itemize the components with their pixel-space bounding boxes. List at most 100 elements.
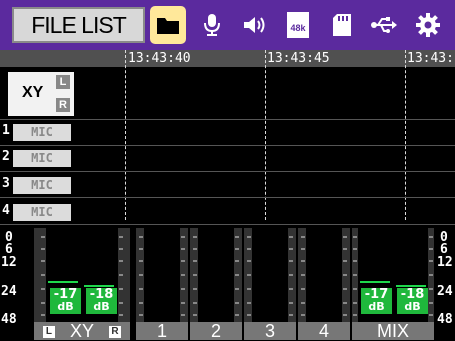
meter-scale: 12 — [1, 255, 17, 270]
meter-tick — [235, 288, 239, 290]
meter-tick — [289, 288, 293, 290]
meter-tick — [119, 248, 123, 250]
level-unit: dB — [93, 300, 110, 313]
meter-tick — [139, 288, 143, 290]
meter-scale: 24 — [1, 284, 17, 299]
meter-tick — [139, 302, 143, 304]
xy-label: XY — [22, 84, 44, 101]
meter-well — [144, 228, 180, 322]
track-header-spacer — [0, 50, 76, 67]
xy-track-label[interactable]: XY L R — [8, 72, 74, 116]
meter-well — [306, 228, 342, 322]
time-gridline — [405, 50, 406, 220]
meter-tick — [429, 248, 433, 250]
xy-channel-label[interactable]: L XY R — [34, 322, 130, 340]
track-divider — [0, 224, 455, 225]
meter-tick — [289, 260, 293, 262]
meter-tick — [343, 260, 347, 262]
meter-tick — [353, 302, 357, 304]
meter-tick — [119, 302, 123, 304]
meter-tick — [41, 274, 45, 276]
meter-well — [252, 228, 288, 322]
meter-tick — [119, 274, 123, 276]
track-divider — [0, 197, 455, 198]
sample-rate-label: 48k — [290, 23, 306, 33]
meter-tick — [289, 302, 293, 304]
level-unit: dB — [368, 300, 385, 313]
meter-tick — [139, 248, 143, 250]
meter-tick — [193, 248, 197, 250]
level-unit: dB — [404, 300, 421, 313]
meter-tick — [247, 288, 251, 290]
meter-tick — [193, 302, 197, 304]
usb-icon[interactable] — [366, 6, 402, 44]
peak-indicator — [48, 281, 78, 283]
meter-scale: 48 — [1, 312, 17, 327]
time-marker: 13:43:45 — [267, 51, 330, 66]
meter-tick — [301, 248, 305, 250]
left-badge: L — [56, 75, 70, 89]
right-badge: R — [109, 326, 122, 339]
level-readout: -18 dB — [397, 288, 428, 314]
mic-label: MIC — [13, 150, 71, 167]
mix-label[interactable]: MIX — [352, 322, 434, 340]
channel-1-meter[interactable] — [136, 228, 188, 322]
meter-scale: 24 — [437, 284, 453, 299]
meter-tick — [181, 302, 185, 304]
meter-tick — [181, 236, 185, 238]
channel-4-meter[interactable] — [298, 228, 350, 322]
meter-tick — [301, 236, 305, 238]
time-marker: 13:43:40 — [128, 51, 191, 66]
channel-1-label[interactable]: 1 — [136, 322, 188, 340]
channel-3-label[interactable]: 3 — [244, 322, 296, 340]
meter-tick — [119, 260, 123, 262]
meter-well — [198, 228, 234, 322]
meter-tick — [41, 314, 45, 316]
meter-tick — [139, 314, 143, 316]
xy-meter[interactable]: -17 dB -18 dB — [34, 228, 130, 322]
meter-tick — [289, 314, 293, 316]
meter-tick — [343, 274, 347, 276]
meter-tick — [139, 260, 143, 262]
meter-tick — [343, 248, 347, 250]
sample-rate-icon[interactable]: 48k — [280, 6, 316, 44]
meter-tick — [301, 314, 305, 316]
time-gridline — [125, 50, 126, 220]
level-readout: -17 dB — [361, 288, 392, 314]
microphone-icon[interactable] — [194, 6, 230, 44]
file-list-button[interactable]: FILE LIST — [12, 7, 145, 43]
time-gridline — [265, 50, 266, 220]
channel-2-label[interactable]: 2 — [190, 322, 242, 340]
channel-3-meter[interactable] — [244, 228, 296, 322]
channel-4-label[interactable]: 4 — [298, 322, 350, 340]
toolbar: FILE LIST 48k — [0, 0, 455, 50]
meter-tick — [247, 248, 251, 250]
meter-tick — [119, 288, 123, 290]
meter-tick — [429, 314, 433, 316]
mic-label: MIC — [13, 177, 71, 194]
meter-tick — [429, 274, 433, 276]
sd-card-icon[interactable] — [324, 6, 360, 44]
folder-icon[interactable] — [150, 6, 186, 44]
meter-tick — [139, 236, 143, 238]
speaker-icon[interactable] — [236, 6, 272, 44]
time-marker: 13:43: — [407, 51, 454, 66]
gear-icon[interactable] — [410, 6, 446, 44]
meter-tick — [353, 248, 357, 250]
meter-tick — [235, 260, 239, 262]
xy-label: XY — [69, 321, 94, 341]
meter-tick — [41, 260, 45, 262]
channel-2-meter[interactable] — [190, 228, 242, 322]
meter-tick — [41, 236, 45, 238]
meter-tick — [247, 314, 251, 316]
meter-tick — [301, 302, 305, 304]
meter-tick — [353, 288, 357, 290]
meter-tick — [343, 236, 347, 238]
mic-label: MIC — [13, 204, 71, 221]
meter-scale: 48 — [437, 312, 453, 327]
meter-tick — [429, 288, 433, 290]
right-badge: R — [56, 98, 70, 112]
meter-tick — [181, 288, 185, 290]
meter-tick — [181, 274, 185, 276]
mix-meter[interactable]: -17 dB -18 dB — [352, 228, 434, 322]
